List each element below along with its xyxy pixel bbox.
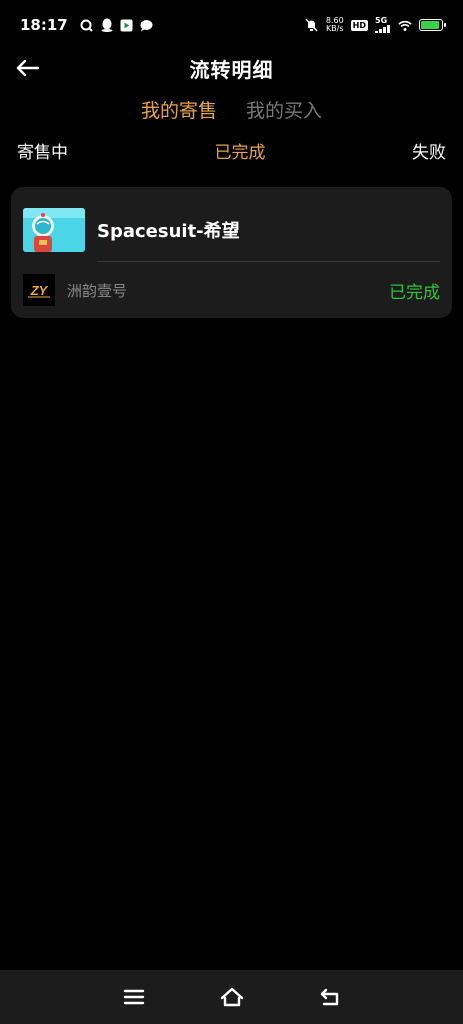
card-divider <box>97 261 440 262</box>
tab-my-consignment[interactable]: 我的寄售 <box>141 96 217 123</box>
home-icon <box>220 987 243 1007</box>
menu-icon <box>123 989 144 1005</box>
cell-signal: 5G <box>375 17 391 33</box>
mute-bell-icon <box>305 18 319 32</box>
search-app-icon <box>80 18 94 32</box>
wifi-icon <box>398 18 412 32</box>
status-bar-left: 18:17 <box>20 16 154 34</box>
brand-logo: ZY <box>23 274 55 306</box>
filter-failed[interactable]: 失败 <box>412 138 446 164</box>
page-title: 流转明细 <box>189 58 274 82</box>
filter-on-sale[interactable]: 寄售中 <box>17 138 68 164</box>
system-nav-bar <box>0 970 463 1024</box>
tab-bar: 我的寄售 我的买入 <box>0 96 463 126</box>
clock: 18:17 <box>20 16 68 34</box>
back-icon <box>320 988 338 1006</box>
status-bar: 18:17 8.60 KB/s HD 5G <box>0 0 463 50</box>
battery-icon <box>419 19 446 31</box>
status-bar-right: 8.60 KB/s HD 5G <box>305 17 446 33</box>
brand-name: 洲韵壹号 <box>67 281 128 300</box>
record-card-footer: ZY 洲韵壹号 已完成 <box>23 274 440 306</box>
signal-bars-icon <box>375 25 390 33</box>
item-name: Spacesuit-希望 <box>97 220 240 242</box>
nav-home-button[interactable] <box>219 984 245 1010</box>
item-thumbnail <box>23 207 85 252</box>
net-speed-unit: KB/s <box>325 24 344 33</box>
record-card[interactable]: Spacesuit-希望 ZY 洲韵壹号 已完成 <box>11 187 452 318</box>
screen: 18:17 8.60 KB/s HD 5G 流转明细 我的寄售 我的买入 寄售中… <box>0 0 463 1024</box>
net-speed: 8.60 KB/s <box>326 17 344 33</box>
hd-badge: HD <box>350 19 368 31</box>
nav-back-button[interactable] <box>317 984 343 1010</box>
message-icon <box>140 18 154 32</box>
record-status: 已完成 <box>389 282 440 303</box>
qq-icon <box>100 18 114 32</box>
play-app-icon <box>120 18 134 32</box>
record-card-header: Spacesuit-希望 <box>23 207 440 252</box>
status-filter-bar: 寄售中 已完成 失败 <box>0 138 463 164</box>
battery-level <box>421 21 439 29</box>
nav-menu-button[interactable] <box>121 984 147 1010</box>
brand-logo-text: ZY <box>30 283 49 298</box>
filter-completed[interactable]: 已完成 <box>215 138 266 164</box>
network-type: 5G <box>375 16 388 25</box>
tab-my-purchases[interactable]: 我的买入 <box>246 96 322 123</box>
header: 流转明细 <box>0 50 463 86</box>
